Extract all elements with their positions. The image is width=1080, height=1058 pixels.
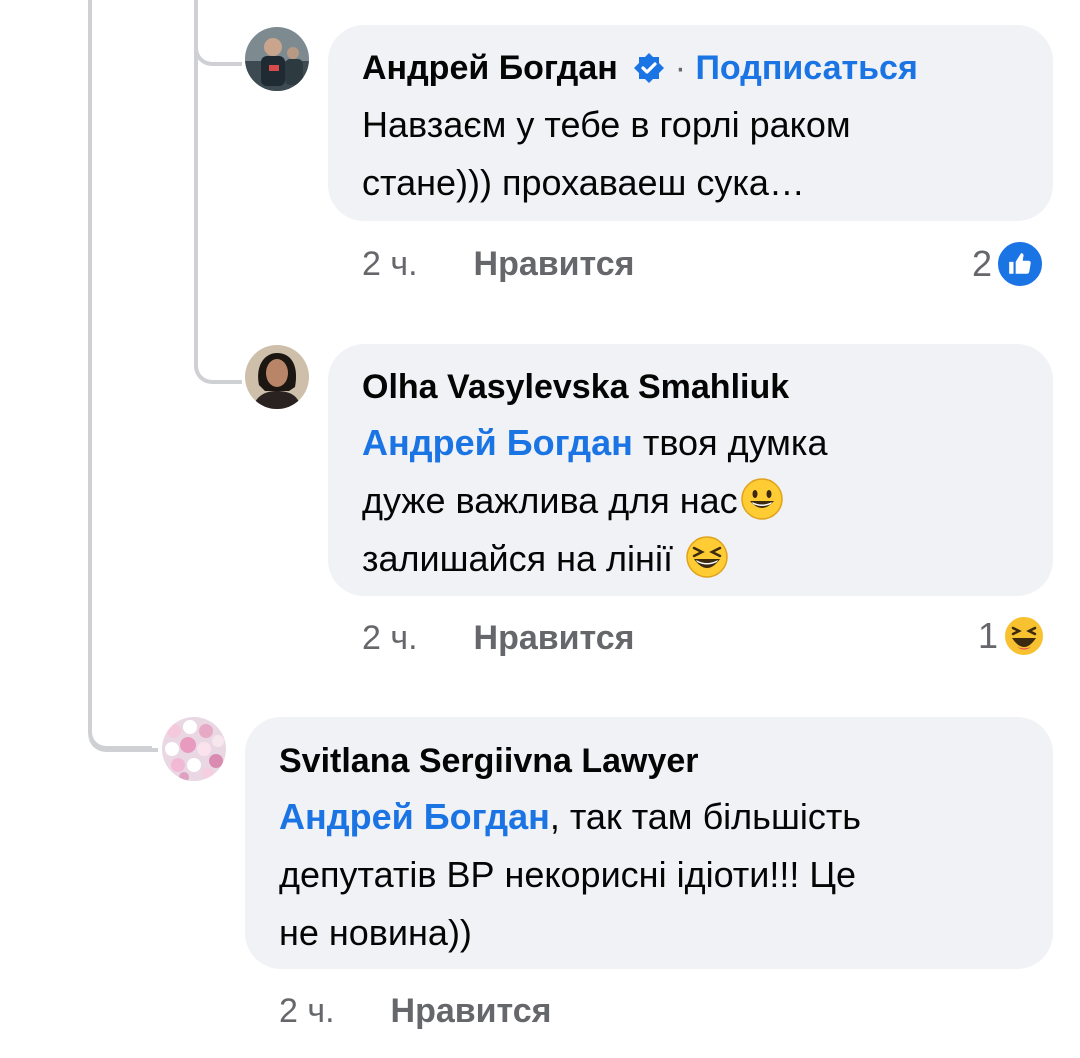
separator-dot: · — [674, 49, 687, 87]
comment-meta: 2 ч. Нравится — [279, 991, 552, 1031]
comment-time[interactable]: 2 ч. — [279, 992, 335, 1030]
author-name[interactable]: Андрей Богдан — [362, 49, 618, 87]
like-icon — [996, 240, 1045, 288]
mention-link[interactable]: Андрей Богдан — [279, 796, 550, 837]
comment-text-fragment: , так там більшість — [549, 796, 862, 837]
comment-author: Андрей Богдан · Подписаться — [362, 48, 918, 88]
comment-text-line: Андрей Богдан, так там більшість — [279, 788, 861, 846]
comment-text-fragment: залишайся на лінії — [362, 538, 683, 579]
reaction-count: 2 — [972, 243, 993, 284]
person-photo-icon — [245, 345, 309, 409]
comment-text-line: Андрей Богдан твоя думка — [362, 414, 828, 472]
comment-meta: 2 ч. Нравится — [362, 244, 635, 284]
like-button[interactable]: Нравится — [474, 619, 635, 657]
flowers-photo-icon — [162, 717, 226, 781]
comment-text-line: не новина)) — [279, 912, 472, 953]
comment-text: Навзаєм у тебе в горлі раком стане))) пр… — [362, 96, 851, 212]
grinning-face-emoji-icon — [740, 478, 783, 520]
thread-curve-inner-2 — [194, 334, 242, 384]
comment-time[interactable]: 2 ч. — [362, 245, 418, 283]
comment-text-fragment: твоя думка — [632, 422, 828, 463]
reaction-summary[interactable]: 1 — [978, 614, 1046, 658]
comment-author: Svitlana Sergiivna Lawyer — [279, 741, 699, 781]
avatar[interactable] — [245, 27, 309, 91]
mention-link[interactable]: Андрей Богдан — [362, 422, 633, 463]
thread-curve-inner-1 — [194, 20, 242, 66]
author-name[interactable]: Svitlana Sergiivna Lawyer — [279, 742, 699, 780]
laughing-squint-emoji-icon — [686, 536, 728, 578]
verified-badge-icon — [634, 53, 665, 83]
thread-line-outer — [88, 0, 92, 712]
comment-meta: 2 ч. Нравится — [362, 618, 635, 658]
comment-text-line: депутатів ВР некорисні ідіоти!!! Це — [279, 854, 857, 895]
comment-text-fragment: дуже важлива для нас — [362, 480, 738, 521]
comment-text-line: Навзаєм у тебе в горлі раком — [362, 104, 851, 145]
comment-text-line: залишайся на лінії — [362, 530, 828, 588]
author-name[interactable]: Olha Vasylevska Smahliuk — [362, 368, 789, 406]
reaction-summary[interactable]: 2 — [972, 240, 1045, 288]
follow-button[interactable]: Подписаться — [695, 49, 917, 87]
comment-author: Olha Vasylevska Smahliuk — [362, 367, 789, 407]
avatar[interactable] — [245, 345, 309, 409]
comment-text-line: дуже важлива для нас — [362, 472, 828, 530]
like-button[interactable]: Нравится — [474, 245, 635, 283]
haha-icon — [1002, 614, 1046, 658]
reaction-count: 1 — [978, 615, 999, 656]
comment-text: Андрей Богдан твоя думка дуже важлива дл… — [362, 414, 828, 588]
person-photo-icon — [245, 27, 309, 91]
comment-text: Андрей Богдан, так там більшість депутат… — [279, 788, 861, 962]
avatar[interactable] — [162, 717, 226, 781]
thread-curve-outer-corner — [88, 700, 152, 750]
comment-text-line: стане))) прохаваеш сука… — [362, 162, 805, 203]
like-button[interactable]: Нравится — [391, 992, 552, 1030]
comment-time[interactable]: 2 ч. — [362, 619, 418, 657]
